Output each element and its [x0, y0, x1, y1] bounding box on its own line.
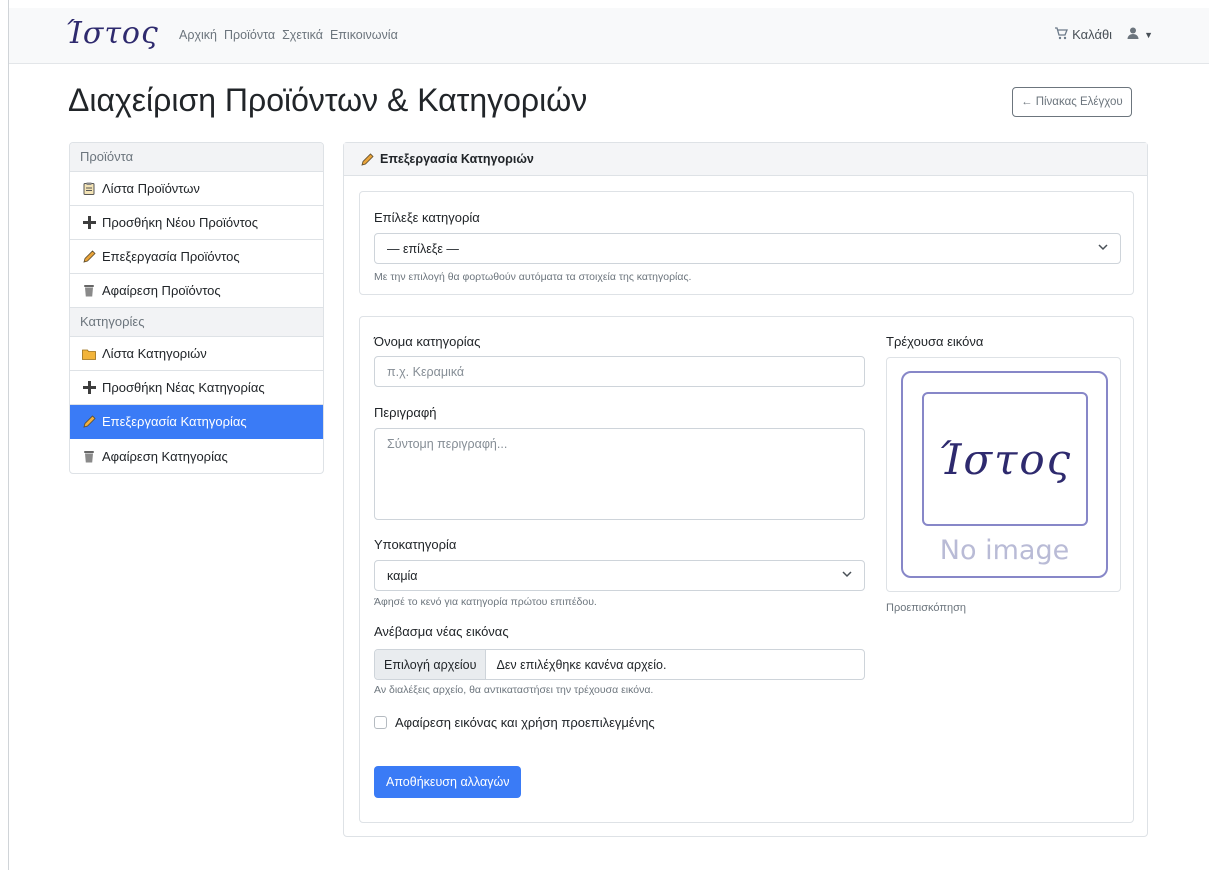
clipboard-icon — [82, 182, 96, 196]
pencil-icon — [360, 152, 374, 166]
save-changes-button[interactable]: Αποθήκευση αλλαγών — [374, 766, 522, 798]
category-form-section: Όνομα κατηγορίας Περιγραφή Υποκατηγορία … — [359, 316, 1134, 823]
nav-right: Καλάθι ▼ — [1054, 26, 1153, 43]
nav-link-about[interactable]: Σχετικά — [282, 28, 323, 42]
remove-image-checkbox[interactable] — [374, 716, 387, 729]
brand-logo[interactable]: Ίστος — [65, 16, 159, 51]
sidebar-item-label: Προσθήκη Νέου Προϊόντος — [102, 215, 259, 230]
subcategory-label: Υποκατηγορία — [374, 537, 457, 552]
sidebar-item-label: Λίστα Προϊόντων — [102, 181, 200, 196]
upload-label: Ανέβασμα νέας εικόνας — [374, 624, 509, 639]
card-title: Επεξεργασία Κατηγοριών — [380, 152, 534, 166]
preview-caption: Προεπισκόπηση — [886, 602, 966, 614]
sidebar-item-label: Επεξεργασία Προϊόντος — [102, 249, 240, 264]
sidebar-item-remove-category[interactable]: Αφαίρεση Κατηγορίας — [70, 439, 323, 473]
user-icon — [1126, 26, 1140, 43]
no-image-text: No image — [939, 535, 1070, 566]
current-image-label: Τρέχουσα εικόνα — [886, 334, 984, 349]
sidebar-item-add-product[interactable]: Προσθήκη Νέου Προϊόντος — [70, 206, 323, 240]
nav-links: Αρχική Προϊόντα Σχετικά Επικοινωνία — [179, 28, 398, 42]
subcategory-select[interactable]: καμία — [374, 560, 865, 591]
category-select[interactable]: — επίλεξε — — [374, 233, 1121, 264]
upload-help: Αν διαλέξεις αρχείο, θα αντικαταστήσει τ… — [374, 684, 654, 696]
card-header: Επεξεργασία Κατηγοριών — [344, 143, 1147, 176]
remove-image-label: Αφαίρεση εικόνας και χρήση προεπιλεγμένη… — [395, 715, 655, 730]
chevron-down-icon — [1098, 243, 1108, 254]
category-name-input[interactable] — [374, 356, 865, 387]
file-upload-input[interactable]: Επιλογή αρχείου Δεν επιλέχθηκε κανένα αρ… — [374, 649, 865, 680]
edit-categories-card: Επεξεργασία Κατηγοριών Επίλεξε κατηγορία… — [343, 142, 1148, 837]
cart-icon — [1054, 26, 1069, 43]
sidebar-item-label: Επεξεργασία Κατηγορίας — [102, 414, 247, 429]
sidebar-item-category-list[interactable]: Λίστα Κατηγοριών — [70, 337, 323, 371]
subcategory-select-value: καμία — [387, 568, 418, 583]
sidebar-heading-categories: Κατηγορίες — [70, 308, 323, 337]
category-select-section: Επίλεξε κατηγορία — επίλεξε — Με την επι… — [359, 191, 1134, 295]
current-image-preview: Ίστος No image — [886, 357, 1121, 592]
description-textarea[interactable] — [374, 428, 865, 520]
chevron-down-icon — [842, 570, 852, 581]
cart-label: Καλάθι — [1072, 27, 1113, 42]
sidebar-item-edit-category[interactable]: Επεξεργασία Κατηγορίας — [70, 405, 323, 439]
sidebar-item-edit-product[interactable]: Επεξεργασία Προϊόντος — [70, 240, 323, 274]
category-select-value: — επίλεξε — — [387, 241, 459, 256]
choose-file-button[interactable]: Επιλογή αρχείου — [375, 650, 487, 679]
sidebar-heading-products: Προϊόντα — [70, 143, 323, 172]
nav-link-home[interactable]: Αρχική — [179, 28, 217, 42]
plus-icon — [82, 216, 96, 230]
sidebar-item-label: Λίστα Κατηγοριών — [102, 346, 207, 361]
category-select-help: Με την επιλογή θα φορτωθούν αυτόματα τα … — [374, 271, 692, 283]
page-title: Διαχείριση Προϊόντων & Κατηγοριών — [68, 82, 588, 118]
pencil-icon — [82, 250, 96, 264]
remove-image-option[interactable]: Αφαίρεση εικόνας και χρήση προεπιλεγμένη… — [374, 715, 655, 730]
cart-link[interactable]: Καλάθι — [1054, 26, 1113, 43]
placeholder-image: Ίστος No image — [901, 371, 1108, 578]
pencil-icon — [82, 415, 96, 429]
placeholder-logo-text: Ίστος — [937, 434, 1073, 484]
trash-icon — [82, 449, 96, 463]
plus-icon — [82, 381, 96, 395]
user-menu[interactable]: ▼ — [1126, 26, 1153, 43]
nav-link-contact[interactable]: Επικοινωνία — [330, 28, 398, 42]
sidebar-item-remove-product[interactable]: Αφαίρεση Προϊόντος — [70, 274, 323, 308]
page-left-border — [8, 0, 9, 870]
sidebar-item-label: Αφαίρεση Προϊόντος — [102, 283, 221, 298]
sidebar-item-product-list[interactable]: Λίστα Προϊόντων — [70, 172, 323, 206]
sidebar: Προϊόντα Λίστα Προϊόντων Προσθήκη Νέου Π… — [69, 142, 324, 474]
navbar: Ίστος Αρχική Προϊόντα Σχετικά Επικοινωνί… — [9, 8, 1209, 64]
sidebar-item-label: Προσθήκη Νέας Κατηγορίας — [102, 380, 265, 395]
sidebar-item-label: Αφαίρεση Κατηγορίας — [102, 448, 228, 464]
sidebar-item-add-category[interactable]: Προσθήκη Νέας Κατηγορίας — [70, 371, 323, 405]
file-name-text: Δεν επιλέχθηκε κανένα αρχείο. — [496, 657, 667, 672]
folder-icon — [82, 347, 96, 361]
category-name-label: Όνομα κατηγορίας — [374, 334, 481, 349]
category-select-label: Επίλεξε κατηγορία — [374, 210, 480, 225]
trash-icon — [82, 284, 96, 298]
subcategory-help: Άφησέ το κενό για κατηγορία πρώτου επιπέ… — [374, 596, 597, 608]
placeholder-logo-box: Ίστος — [922, 392, 1088, 526]
dashboard-button[interactable]: ← Πίνακας Ελέγχου — [1012, 87, 1132, 117]
nav-link-products[interactable]: Προϊόντα — [224, 28, 275, 42]
description-label: Περιγραφή — [374, 405, 437, 420]
chevron-down-icon: ▼ — [1144, 29, 1153, 40]
